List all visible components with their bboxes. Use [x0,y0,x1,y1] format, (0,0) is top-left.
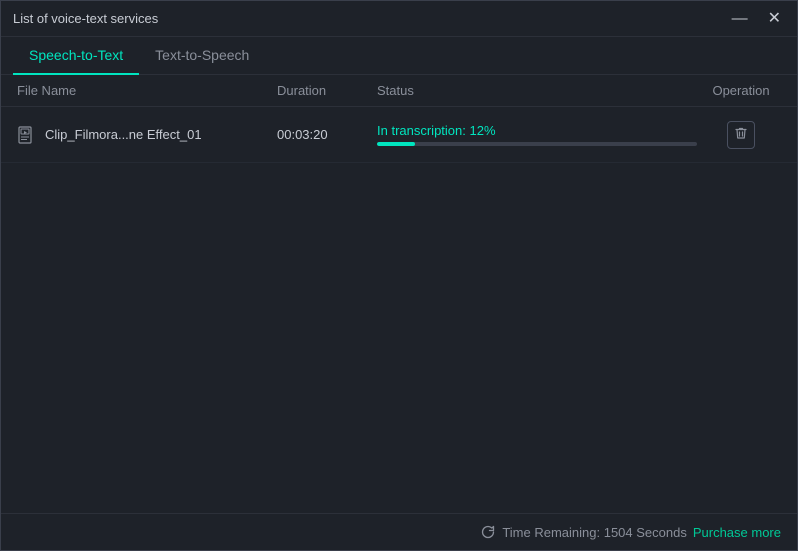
progress-bar-container [377,142,697,146]
column-header-filename: File Name [17,83,277,98]
table-row: Clip_Filmora...ne Effect_01 00:03:20 In … [1,107,797,163]
purchase-more-link[interactable]: Purchase more [693,525,781,540]
status-text: In transcription: 12% [377,123,701,138]
close-button[interactable]: ✕ [764,9,785,29]
minimize-button[interactable]: — [728,9,752,29]
file-name-text: Clip_Filmora...ne Effect_01 [45,127,202,142]
column-header-operation: Operation [701,83,781,98]
time-remaining-text: Time Remaining: 1504 Seconds [502,525,687,540]
window-title: List of voice-text services [13,11,158,26]
title-bar: List of voice-text services — ✕ [1,1,797,37]
operation-cell [701,121,781,149]
duration-cell: 00:03:20 [277,127,377,142]
table-header: File Name Duration Status Operation [1,75,797,107]
tab-text-to-speech[interactable]: Text-to-Speech [139,37,265,75]
table-body: Clip_Filmora...ne Effect_01 00:03:20 In … [1,107,797,513]
refresh-icon [480,524,496,540]
main-window: List of voice-text services — ✕ Speech-t… [0,0,798,551]
column-header-status: Status [377,83,701,98]
footer: Time Remaining: 1504 Seconds Purchase mo… [1,513,797,550]
file-video-icon [17,125,37,145]
column-header-duration: Duration [277,83,377,98]
tab-bar: Speech-to-Text Text-to-Speech [1,37,797,75]
file-name-cell: Clip_Filmora...ne Effect_01 [17,125,277,145]
progress-bar-fill [377,142,415,146]
tab-speech-to-text[interactable]: Speech-to-Text [13,37,139,75]
delete-button[interactable] [727,121,755,149]
window-controls: — ✕ [728,9,785,29]
trash-icon [734,126,748,143]
status-cell: In transcription: 12% [377,123,701,146]
